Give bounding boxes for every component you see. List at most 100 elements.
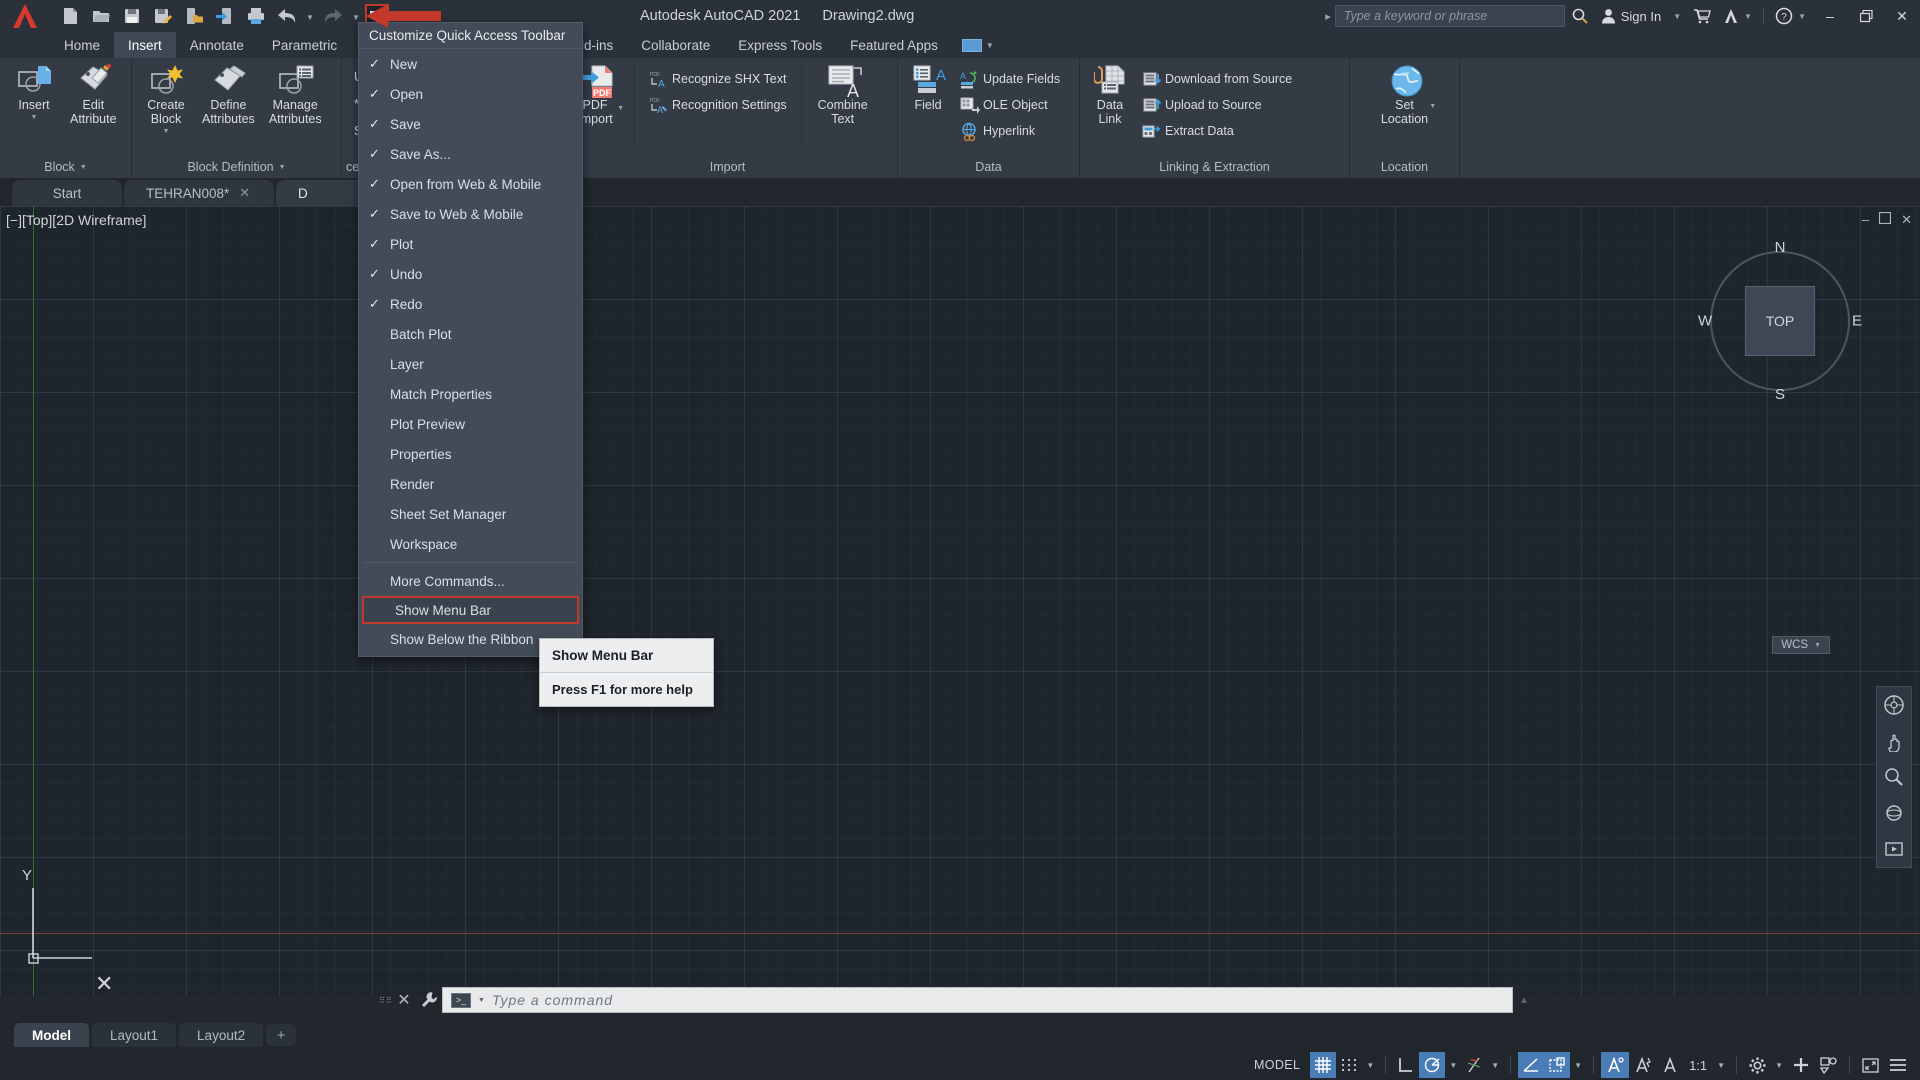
block-definition-caret-icon[interactable]: ▼ bbox=[279, 164, 286, 171]
qat-menu-item-save-to-web[interactable]: ✓ Save to Web & Mobile bbox=[359, 199, 582, 229]
define-attributes-button[interactable]: Define Attributes bbox=[196, 62, 261, 128]
create-block-button[interactable]: Create Block ▼ bbox=[138, 62, 194, 137]
ribbon-workspace-chip[interactable]: ▼ bbox=[952, 32, 1004, 58]
command-history-caret-icon[interactable]: ▼ bbox=[478, 997, 485, 1004]
set-location-button[interactable]: Set Location ▼ bbox=[1375, 62, 1436, 128]
qat-new-button[interactable] bbox=[56, 2, 84, 30]
update-fields-button[interactable]: A Update Fields bbox=[954, 66, 1066, 91]
qat-menu-item-plot-preview[interactable]: Plot Preview bbox=[359, 409, 582, 439]
layout-tab-layout2[interactable]: Layout2 bbox=[179, 1023, 264, 1047]
ole-object-button[interactable]: OLE Object bbox=[954, 92, 1066, 117]
viewport-close-button[interactable]: ✕ bbox=[1901, 212, 1912, 228]
annotation-add-scale-toggle[interactable] bbox=[1629, 1052, 1657, 1078]
download-from-source-button[interactable]: Download from Source bbox=[1136, 66, 1298, 91]
qat-menu-item-save-as[interactable]: ✓ Save As... bbox=[359, 139, 582, 169]
command-line-expand-icon[interactable]: ▲ bbox=[1513, 995, 1535, 1006]
customization-menu-icon[interactable] bbox=[1884, 1052, 1912, 1078]
command-line-customize-icon[interactable] bbox=[416, 991, 442, 1009]
pdf-import-caret-icon[interactable]: ▼ bbox=[617, 105, 624, 112]
qat-menu-item-save[interactable]: ✓ Save bbox=[359, 109, 582, 139]
annotation-scale-lock-toggle[interactable] bbox=[1657, 1052, 1683, 1078]
search-button[interactable] bbox=[1565, 0, 1595, 32]
insert-block-button[interactable]: Insert ▼ bbox=[6, 62, 62, 123]
snap-mode-caret-icon[interactable]: ▼ bbox=[1362, 1052, 1378, 1078]
qat-open-button[interactable] bbox=[87, 2, 115, 30]
autodesk-app-store-button[interactable] bbox=[1687, 0, 1717, 32]
autodesk-logo-icon[interactable] bbox=[0, 0, 50, 32]
wcs-caret-icon[interactable]: ▼ bbox=[1814, 642, 1821, 649]
search-input[interactable]: Type a keyword or phrase bbox=[1334, 5, 1565, 27]
ribbon-tab-home[interactable]: Home bbox=[50, 32, 114, 58]
ribbon-panel-block-definition-title[interactable]: Block Definition ▼ bbox=[132, 156, 341, 178]
help-button[interactable]: ? ▼ bbox=[1769, 0, 1812, 32]
isolate-objects-toggle[interactable] bbox=[1815, 1052, 1842, 1078]
annotation-scale-caret-icon[interactable]: ▼ bbox=[1713, 1052, 1729, 1078]
annotation-scale-value[interactable]: 1:1 bbox=[1683, 1052, 1713, 1078]
command-input[interactable]: >_ ▼ Type a command bbox=[442, 987, 1513, 1013]
snap-mode-toggle[interactable] bbox=[1336, 1052, 1362, 1078]
create-block-caret-icon[interactable]: ▼ bbox=[163, 128, 170, 135]
sign-in-button[interactable]: Sign In bbox=[1595, 0, 1667, 32]
data-link-button[interactable]: Data Link bbox=[1086, 62, 1134, 128]
file-tab-start[interactable]: Start bbox=[12, 180, 122, 206]
qat-menu-item-redo[interactable]: ✓ Redo bbox=[359, 289, 582, 319]
workspace-switching-gear-icon[interactable] bbox=[1744, 1052, 1771, 1078]
annotation-visibility-toggle[interactable] bbox=[1544, 1052, 1571, 1078]
set-location-caret-icon[interactable]: ▼ bbox=[1429, 103, 1436, 110]
qat-menu-item-undo[interactable]: ✓ Undo bbox=[359, 259, 582, 289]
qat-menu-item-plot[interactable]: ✓ Plot bbox=[359, 229, 582, 259]
sign-in-dropdown-caret-icon[interactable]: ▼ bbox=[1667, 0, 1687, 32]
view-cube-top-face[interactable]: TOP bbox=[1745, 286, 1815, 356]
recognition-settings-button[interactable]: PDF A Recognition Settings bbox=[643, 92, 793, 117]
wcs-selector[interactable]: WCS ▼ bbox=[1772, 636, 1830, 654]
ortho-mode-toggle[interactable] bbox=[1393, 1052, 1419, 1078]
qat-open-from-web-button[interactable] bbox=[180, 2, 208, 30]
orbit-icon[interactable] bbox=[1882, 801, 1906, 825]
viewport-restore-button[interactable] bbox=[1878, 211, 1892, 228]
object-snap-toggle[interactable] bbox=[1518, 1052, 1545, 1078]
layout-tab-layout1[interactable]: Layout1 bbox=[92, 1023, 177, 1047]
field-button[interactable]: A Field bbox=[904, 62, 952, 114]
qat-menu-item-workspace[interactable]: Workspace bbox=[359, 529, 582, 559]
zoom-icon[interactable] bbox=[1882, 765, 1906, 789]
qat-plot-button[interactable] bbox=[242, 2, 270, 30]
file-tab-close-icon[interactable]: ✕ bbox=[239, 185, 250, 201]
upload-to-source-button[interactable]: Upload to Source bbox=[1136, 92, 1298, 117]
close-window-button[interactable]: ✕ bbox=[1884, 0, 1920, 32]
extract-data-button[interactable]: Extract Data bbox=[1136, 118, 1298, 143]
hyperlink-button[interactable]: Hyperlink bbox=[954, 118, 1066, 143]
ribbon-panel-block-title[interactable]: Block ▼ bbox=[0, 156, 131, 178]
viewport-minimize-button[interactable]: – bbox=[1862, 212, 1869, 228]
minimize-window-button[interactable]: – bbox=[1812, 0, 1848, 32]
qat-menu-item-more-commands[interactable]: More Commands... bbox=[359, 566, 582, 596]
qat-menu-item-sheet-set-manager[interactable]: Sheet Set Manager bbox=[359, 499, 582, 529]
autodesk-a360-button[interactable]: ▼ bbox=[1717, 0, 1758, 32]
clean-screen-toggle[interactable] bbox=[1857, 1052, 1884, 1078]
polar-tracking-caret-icon[interactable]: ▼ bbox=[1445, 1052, 1461, 1078]
qat-menu-item-open-from-web[interactable]: ✓ Open from Web & Mobile bbox=[359, 169, 582, 199]
model-space-button[interactable]: MODEL bbox=[1244, 1052, 1310, 1078]
edit-attribute-button[interactable]: Edit Attribute bbox=[64, 62, 123, 128]
qat-menu-item-new[interactable]: ✓ New bbox=[359, 49, 582, 79]
qat-save-button[interactable] bbox=[118, 2, 146, 30]
ribbon-tab-featured-apps[interactable]: Featured Apps bbox=[836, 32, 952, 58]
qat-menu-item-match-properties[interactable]: Match Properties bbox=[359, 379, 582, 409]
full-navigation-wheel-icon[interactable] bbox=[1882, 693, 1906, 717]
drawing-canvas[interactable]: [−][Top][2D Wireframe] – ✕ Y ✕ TOP N S W bbox=[0, 206, 1920, 996]
qat-menu-item-open[interactable]: ✓ Open bbox=[359, 79, 582, 109]
annotation-visibility-caret-icon[interactable]: ▼ bbox=[1570, 1052, 1586, 1078]
ribbon-tab-annotate[interactable]: Annotate bbox=[176, 32, 258, 58]
command-line-grip-handle[interactable]: ⠿⠿ bbox=[379, 989, 392, 1011]
viewport-label[interactable]: [−][Top][2D Wireframe] bbox=[6, 212, 146, 228]
restore-window-button[interactable] bbox=[1848, 0, 1884, 32]
pan-icon[interactable] bbox=[1882, 729, 1906, 753]
grid-display-toggle[interactable] bbox=[1310, 1052, 1337, 1078]
show-motion-icon[interactable] bbox=[1882, 837, 1906, 861]
recognize-shx-text-button[interactable]: PDF A Recognize SHX Text bbox=[643, 66, 793, 91]
hardware-acceleration-toggle[interactable] bbox=[1787, 1052, 1815, 1078]
qat-menu-item-show-menu-bar[interactable]: Show Menu Bar bbox=[362, 596, 579, 624]
add-layout-button[interactable]: + bbox=[266, 1024, 297, 1046]
qat-menu-item-properties[interactable]: Properties bbox=[359, 439, 582, 469]
object-snap-tracking-toggle[interactable] bbox=[1461, 1052, 1487, 1078]
block-panel-caret-icon[interactable]: ▼ bbox=[80, 164, 87, 171]
